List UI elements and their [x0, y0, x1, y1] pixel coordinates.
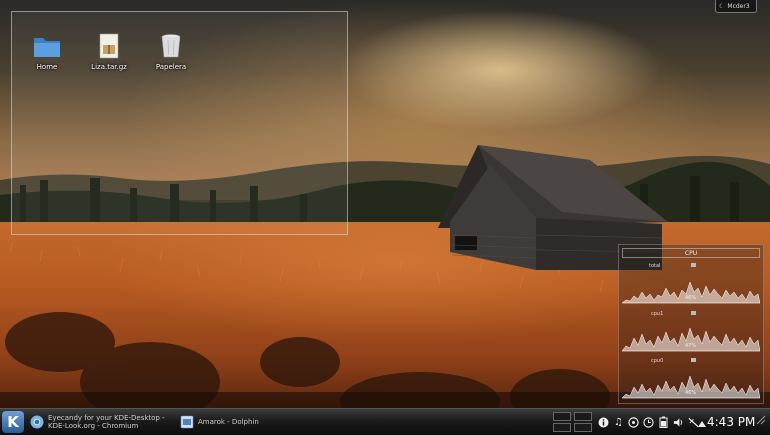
task-chromium[interactable]: Eyecandy for your KDE-Desktop - KDE-Look… [30, 411, 170, 433]
pager-desktop-1[interactable] [553, 412, 571, 421]
user-switch-widget[interactable]: ☾ Mcder3 [715, 0, 757, 13]
cpu-value-total: 46% [685, 295, 697, 301]
virtual-desktop-pager[interactable] [553, 411, 593, 433]
battery-icon[interactable] [658, 416, 669, 428]
volume-icon[interactable] [673, 416, 684, 428]
cpu-value-cpu0: 46% [685, 390, 697, 396]
cpu-graph-label-cpu1: cpu1 [651, 311, 664, 317]
desktop-icon-label: Liza.tar.gz [91, 63, 127, 71]
dolphin-icon [180, 415, 194, 429]
info-icon[interactable] [598, 416, 609, 428]
archive-icon [99, 33, 119, 59]
taskbar-panel: K Eyecandy for your KDE-Desktop - KDE-Lo… [0, 408, 770, 435]
cpu-led-cpu1 [691, 311, 696, 315]
chromium-icon [30, 415, 44, 429]
system-tray: ♫ [598, 413, 699, 431]
music-note-icon[interactable]: ♫ [613, 416, 624, 428]
panel-toolbox-icon[interactable] [755, 414, 767, 426]
cpu-value-cpu1: 47% [685, 343, 697, 349]
cpu-monitor-widget[interactable]: CPU total 46% cpu1 47% cpu0 46% [618, 244, 764, 404]
cpu-led-total [691, 263, 696, 267]
clock-icon[interactable] [643, 416, 654, 428]
desktop-icon-label: Home [36, 63, 58, 71]
tray-expand-arrow-icon[interactable] [696, 417, 707, 429]
task-label: Amarok - Dolphin [198, 418, 259, 426]
user-name: Mcder3 [727, 2, 750, 10]
kde-application-launcher[interactable]: K [2, 411, 24, 433]
trash-icon [161, 34, 181, 58]
pager-desktop-2[interactable] [574, 412, 592, 421]
digital-clock[interactable]: 4:43 PM [707, 415, 755, 429]
pager-desktop-3[interactable] [553, 423, 571, 432]
task-dolphin[interactable]: Amarok - Dolphin [180, 411, 300, 433]
cpu-led-cpu0 [691, 358, 696, 362]
folder-icon [34, 38, 60, 57]
klipper-icon[interactable] [628, 416, 639, 428]
desktop-icon-trash[interactable]: Papelera [141, 33, 201, 71]
desktop-icon-home[interactable]: Home [17, 33, 77, 71]
desktop-icon-archive[interactable]: Liza.tar.gz [79, 33, 139, 71]
moon-icon: ☾ [719, 2, 725, 10]
desktop-icon-label: Papelera [155, 63, 187, 71]
cpu-graph-label-cpu0: cpu0 [651, 358, 664, 364]
kde-logo-icon: K [7, 413, 19, 431]
pager-desktop-4[interactable] [574, 423, 592, 432]
cpu-widget-title: CPU [622, 248, 760, 258]
cpu-graph-label-total: total [649, 263, 661, 269]
task-label: Eyecandy for your KDE-Desktop - KDE-Look… [48, 414, 165, 430]
